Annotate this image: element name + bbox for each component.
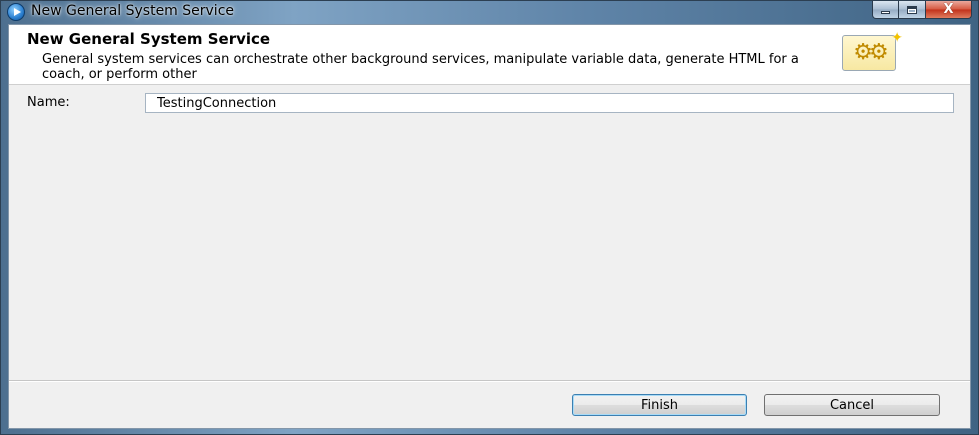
minimize-button[interactable] bbox=[872, 1, 899, 19]
maximize-icon bbox=[907, 5, 917, 14]
name-label: Name: bbox=[27, 95, 70, 110]
sparkle-icon: ✦ bbox=[891, 30, 903, 46]
finish-button[interactable]: Finish bbox=[572, 394, 747, 416]
name-input[interactable] bbox=[145, 93, 954, 113]
close-icon: X bbox=[943, 2, 954, 17]
footer-divider bbox=[9, 380, 970, 382]
maximize-button[interactable] bbox=[899, 1, 926, 19]
close-button[interactable]: X bbox=[926, 1, 972, 19]
title-bar[interactable]: New General System Service X bbox=[1, 1, 978, 23]
page-title: New General System Service bbox=[27, 30, 271, 48]
wizard-banner: New General System Service General syste… bbox=[9, 25, 970, 85]
dialog-window: New General System Service X New General… bbox=[0, 0, 979, 435]
gears-glyph: ⚙⚙ bbox=[853, 40, 889, 65]
page-description: General system services can orchestrate … bbox=[42, 52, 799, 82]
gears-icon: ⚙⚙ ✦ bbox=[842, 30, 903, 71]
window-title: New General System Service bbox=[31, 3, 235, 19]
dialog-content: New General System Service General syste… bbox=[8, 24, 971, 429]
cancel-button[interactable]: Cancel bbox=[764, 394, 940, 416]
play-icon bbox=[7, 3, 25, 21]
minimize-icon bbox=[881, 11, 890, 14]
window-controls: X bbox=[872, 1, 972, 19]
